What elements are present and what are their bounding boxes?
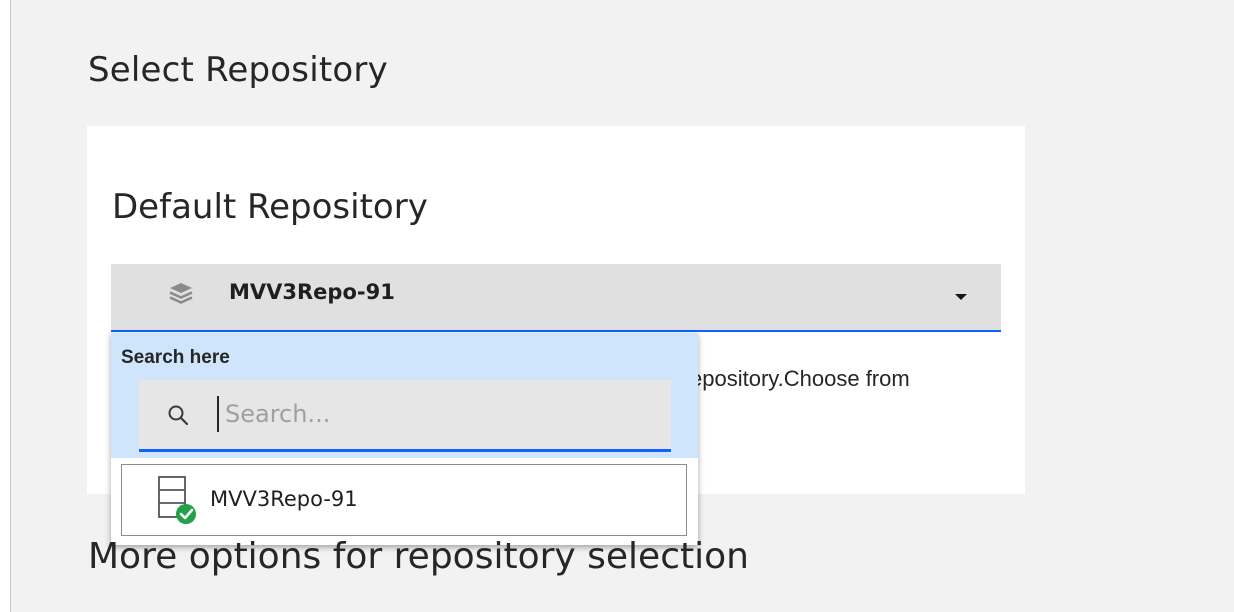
repository-dropdown-menu: Search here MVV3Repo-91: [111, 333, 698, 545]
left-panel-edge: [0, 0, 11, 612]
helper-text: epository.Choose from: [690, 366, 910, 391]
selected-repository-label: MVV3Repo-91: [229, 280, 395, 304]
page-title: Select Repository: [88, 50, 388, 90]
dropdown-option-repository[interactable]: MVV3Repo-91: [121, 464, 687, 536]
caret-down-icon[interactable]: [955, 294, 967, 300]
right-edge: [1228, 0, 1234, 612]
card-title: Default Repository: [112, 187, 428, 227]
search-label: Search here: [121, 347, 230, 368]
dropdown-search-header: Search here: [111, 333, 698, 458]
repository-connected-icon: [158, 476, 196, 524]
search-input[interactable]: [217, 396, 645, 432]
stack-layers-icon: [169, 283, 193, 304]
search-field-wrapper[interactable]: [139, 380, 671, 452]
option-label: MVV3Repo-91: [210, 487, 358, 511]
more-options-heading: More options for repository selection: [88, 536, 749, 577]
repository-select[interactable]: MVV3Repo-91: [111, 264, 1001, 332]
search-icon: [168, 405, 189, 426]
